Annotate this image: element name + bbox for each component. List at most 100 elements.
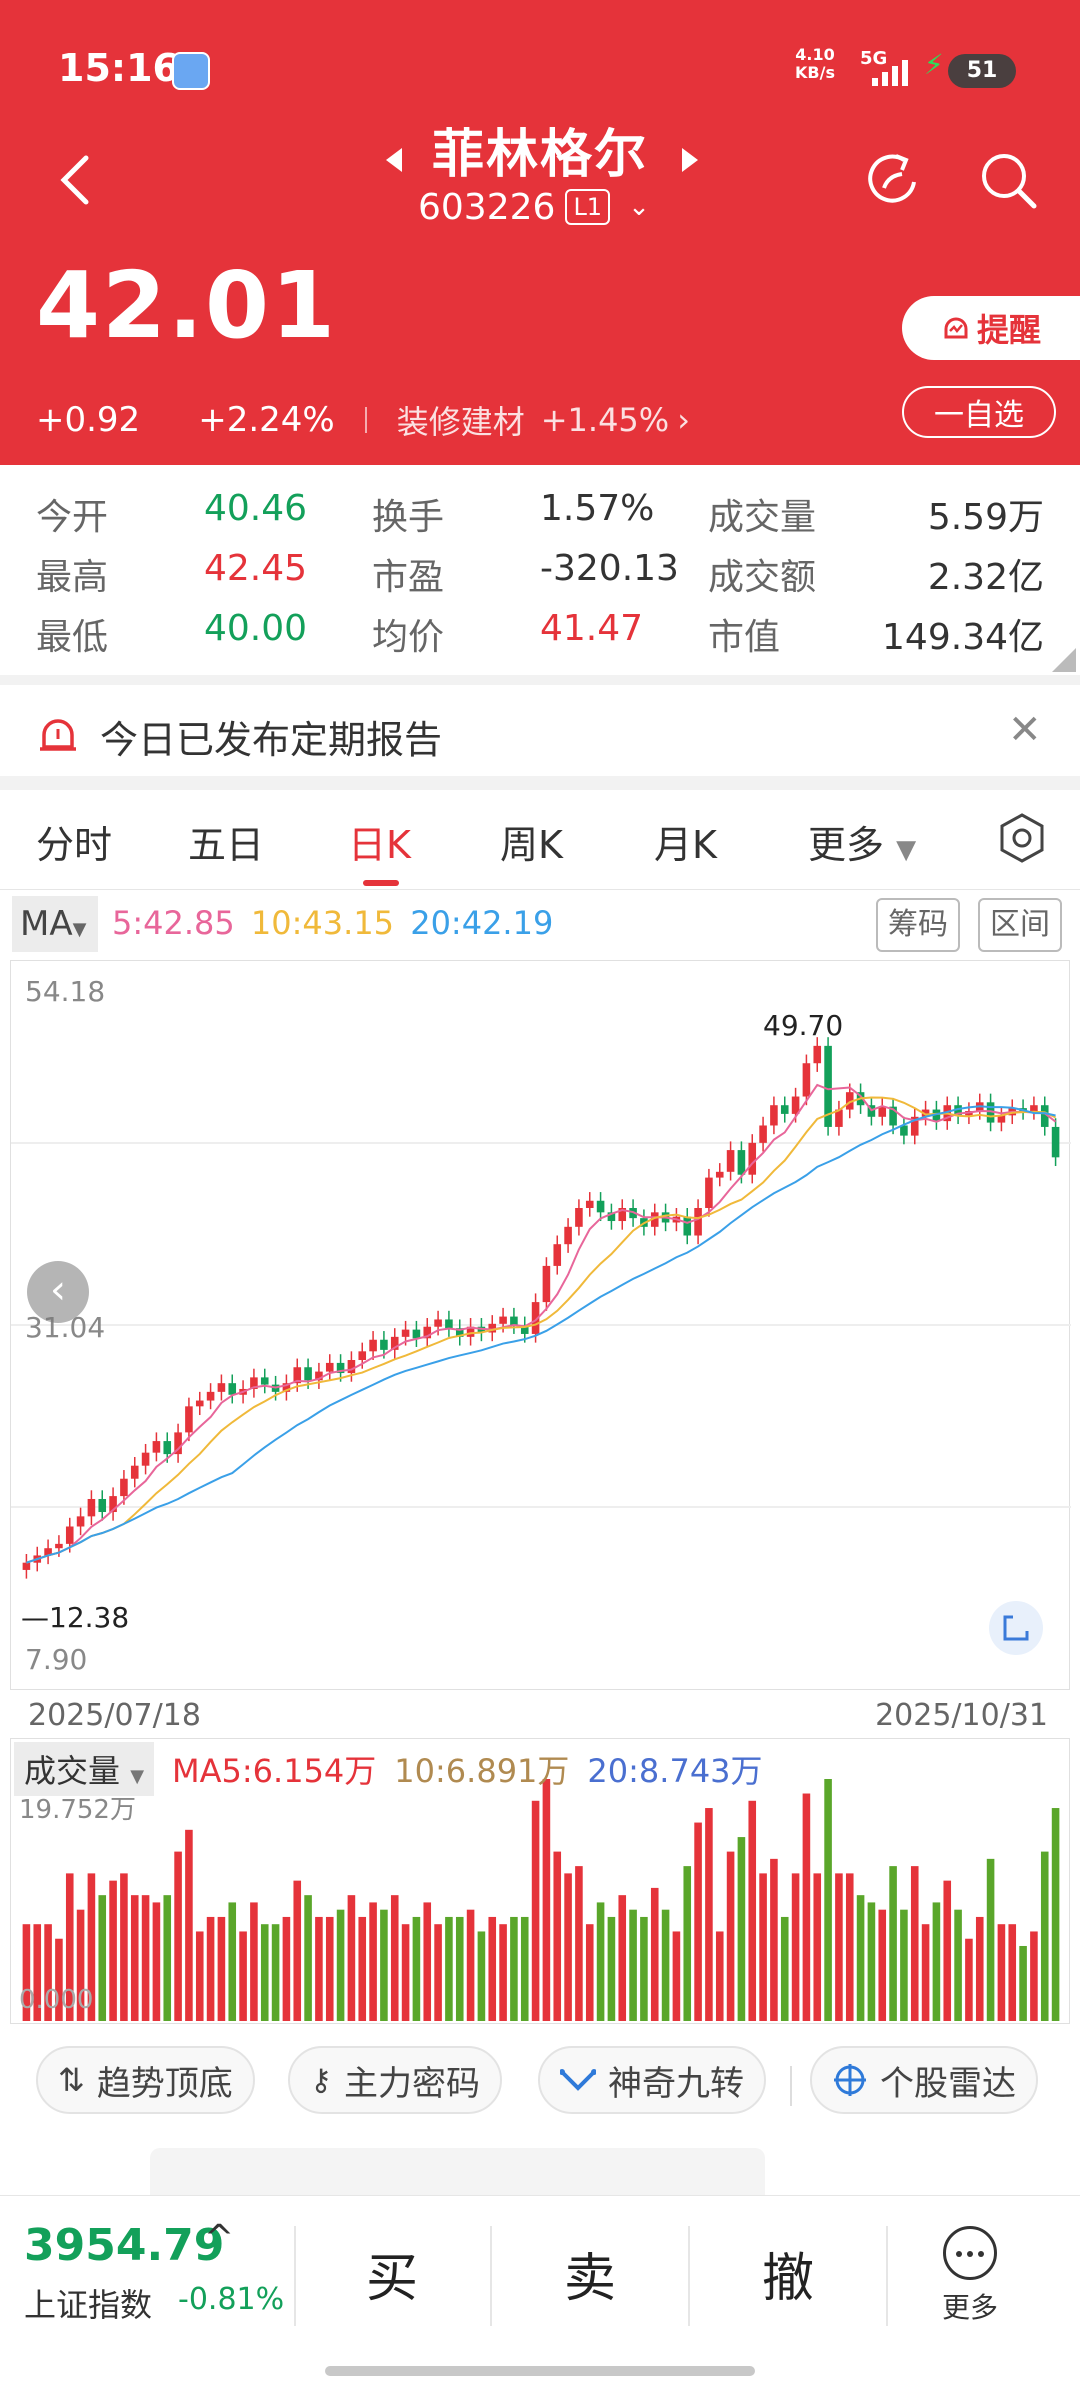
candle-body: [217, 1383, 226, 1392]
volume-bar: [520, 1916, 529, 2021]
ma-selector[interactable]: MA▼: [12, 896, 98, 952]
chevron-down-icon: ⌄: [628, 192, 650, 222]
expand-corner-icon[interactable]: [1052, 648, 1076, 672]
volume-bar: [109, 1880, 117, 2021]
candle-body: [87, 1498, 96, 1517]
volume-bar: [412, 1916, 421, 2021]
close-icon[interactable]: ✕: [1008, 707, 1042, 753]
main-force-code-button[interactable]: ⚷ 主力密码: [288, 2046, 502, 2114]
mcap-value: 149.34亿: [882, 617, 1044, 658]
volume-bar: [455, 1916, 464, 2021]
volume-bar: [130, 1895, 139, 2021]
chips-button[interactable]: 筹码: [876, 898, 960, 952]
candle-body: [141, 1452, 150, 1466]
volume-bar: [975, 1916, 984, 2021]
add-watchlist-button[interactable]: 一自选: [902, 386, 1056, 438]
remind-label: 提醒: [976, 311, 1041, 349]
chart-settings-icon[interactable]: [996, 812, 1048, 864]
kline-chart[interactable]: 54.18 31.04 7.90 49.70 —12.38 ‹: [10, 960, 1071, 1690]
magic-nine-button[interactable]: 神奇九转: [538, 2046, 766, 2114]
buy-button[interactable]: 买: [366, 2236, 418, 2311]
volume-bar: [759, 1873, 767, 2021]
tab-daily-k[interactable]: 日K: [348, 814, 411, 869]
status-bar: 15:16 4.10 KB/s 5G ⚡ 51: [0, 40, 1080, 100]
volume-bar: [304, 1895, 312, 2021]
open-label: 今开: [36, 497, 109, 538]
volume-bar: [965, 1938, 973, 2021]
volume-bar: [228, 1902, 237, 2021]
avg-label: 均价: [372, 617, 445, 658]
ma-indicator-row: MA▼ 5:42.85 10:43.15 20:42.19 筹码 区间: [0, 890, 1080, 960]
candle-body: [228, 1383, 237, 1395]
change-row: +0.92 +2.24% 装修建材 +1.45% ›: [36, 398, 690, 442]
stock-code-row[interactable]: 603226 L1 ⌄: [418, 182, 650, 232]
sector-link[interactable]: 装修建材: [397, 397, 525, 443]
low-label: 最低: [36, 617, 109, 658]
net-speed: 4.10 KB/s: [795, 45, 835, 82]
candle-body: [499, 1316, 507, 1324]
volume-bar: [347, 1895, 356, 2021]
back-icon[interactable]: [50, 150, 100, 210]
caret-down-icon: ▼: [896, 835, 917, 865]
volume-bar: [477, 1931, 486, 2021]
volume-bar: [607, 1916, 616, 2021]
cancel-order-button[interactable]: 撤: [762, 2236, 814, 2311]
candle-body: [585, 1200, 594, 1209]
tab-more[interactable]: 更多 ▼: [808, 814, 916, 869]
volume-bar: [434, 1924, 442, 2021]
volume-bar: [900, 1909, 908, 2021]
y-axis-bottom: 7.90: [25, 1643, 88, 1676]
share-icon[interactable]: [862, 148, 926, 212]
search-icon[interactable]: [976, 148, 1040, 212]
y-axis-top: 54.18: [25, 975, 106, 1008]
volume-bar: [845, 1873, 854, 2021]
active-tab-indicator: [363, 880, 399, 886]
vol-ma5: MA5:6.154万: [172, 1752, 377, 1790]
turnover-value: 1.57%: [540, 488, 655, 529]
volume-bar: [770, 1858, 778, 2021]
trend-top-bottom-button[interactable]: ⇅ 趋势顶底: [36, 2046, 255, 2114]
volume-bar: [564, 1873, 572, 2021]
candle-body: [412, 1329, 421, 1339]
volume-bar: [380, 1909, 388, 2021]
volume-bar: [575, 1866, 583, 2021]
volume-bar: [791, 1873, 800, 2021]
fullscreen-icon[interactable]: [989, 1601, 1043, 1655]
stock-radar-button[interactable]: 个股雷达: [810, 2046, 1038, 2114]
next-stock-icon[interactable]: [682, 148, 698, 172]
volume-bar: [986, 1858, 995, 2021]
more-button[interactable]: 更多: [942, 2226, 998, 2326]
vol-ma20: 20:8.743万: [587, 1752, 763, 1790]
sell-button[interactable]: 卖: [564, 2236, 616, 2311]
tab-weekly-k[interactable]: 周K: [500, 814, 563, 869]
tab-intraday[interactable]: 分时: [36, 814, 112, 869]
volume-selector[interactable]: 成交量 ▼: [14, 1742, 155, 1796]
volume-bar: [694, 1822, 702, 2021]
ma10-line: [26, 1096, 1057, 1564]
report-notice[interactable]: 今日已发布定期报告 ✕: [0, 685, 1080, 785]
scroll-left-icon[interactable]: ‹: [27, 1261, 89, 1323]
candle-body: [553, 1244, 562, 1266]
more-icon: [943, 2226, 997, 2280]
tab-five-day[interactable]: 五日: [188, 814, 264, 869]
candle-body: [445, 1319, 453, 1329]
volume-bar: [748, 1800, 757, 2021]
candle-body: [120, 1478, 128, 1497]
volume-bar: [293, 1880, 302, 2021]
candle-body: [802, 1063, 811, 1097]
volume-bar: [889, 1866, 897, 2021]
range-button[interactable]: 区间: [978, 898, 1062, 952]
tab-monthly-k[interactable]: 月K: [654, 814, 717, 869]
volume-bar: [271, 1924, 280, 2021]
volume-bar: [1051, 1808, 1060, 2021]
volume-bar: [445, 1916, 453, 2021]
index-value: 3954.79: [24, 2220, 225, 2271]
ma20-value: 20:42.19: [410, 904, 554, 942]
candle-body: [65, 1526, 74, 1544]
home-indicator[interactable]: [325, 2366, 755, 2376]
volume-bar: [499, 1924, 507, 2021]
high-label: 最高: [36, 557, 109, 598]
volume-bar: [726, 1851, 735, 2021]
price-change: +0.92: [36, 400, 141, 440]
remind-button[interactable]: 提醒: [902, 296, 1080, 360]
